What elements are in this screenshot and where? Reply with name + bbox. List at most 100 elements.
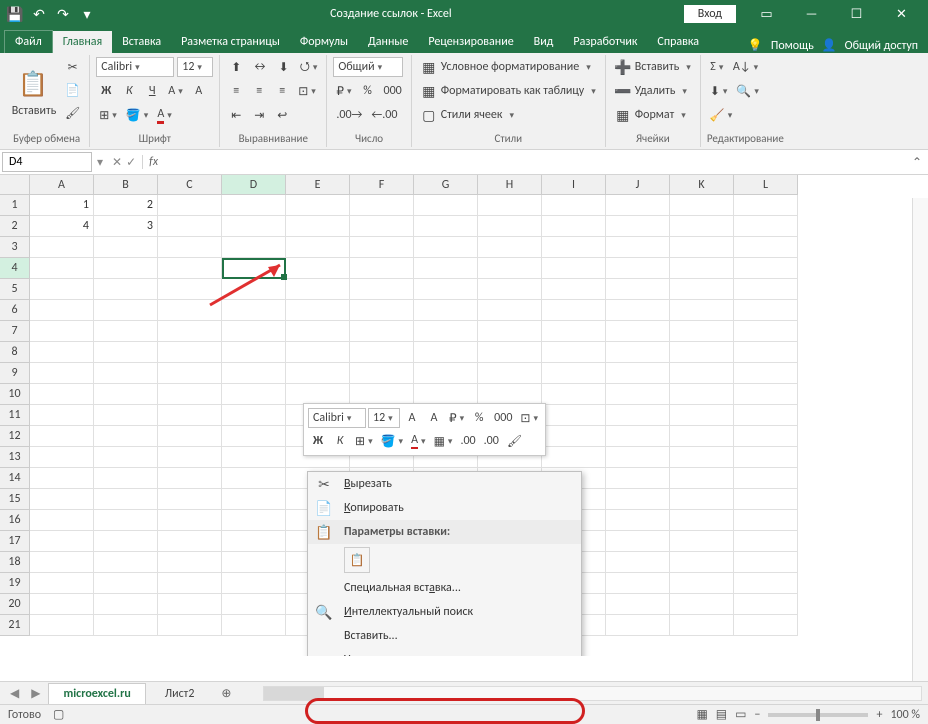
cell-G4[interactable]: [414, 258, 478, 279]
zoom-level[interactable]: 100 %: [890, 708, 920, 722]
row-header-2[interactable]: 2: [0, 216, 30, 237]
tab-home[interactable]: Главная: [53, 31, 112, 53]
mini-italic-button[interactable]: К: [330, 431, 350, 451]
mini-fontcolor-icon[interactable]: A: [408, 431, 428, 451]
qat-customize-icon[interactable]: ▾: [76, 3, 98, 25]
cell-F8[interactable]: [350, 342, 414, 363]
cell-I7[interactable]: [542, 321, 606, 342]
percent-icon[interactable]: %: [358, 81, 378, 101]
cell-K5[interactable]: [670, 279, 734, 300]
cell-J3[interactable]: [606, 237, 670, 258]
cell-A17[interactable]: [30, 531, 94, 552]
cell-A21[interactable]: [30, 615, 94, 636]
align-center-icon[interactable]: ≡: [249, 81, 269, 101]
col-header-I[interactable]: I: [542, 175, 606, 195]
row-header-12[interactable]: 12: [0, 426, 30, 447]
mini-comma-icon[interactable]: 000: [491, 408, 515, 428]
cell-A16[interactable]: [30, 510, 94, 531]
cell-B16[interactable]: [94, 510, 158, 531]
cell-C14[interactable]: [158, 468, 222, 489]
cell-L9[interactable]: [734, 363, 798, 384]
cell-H10[interactable]: [478, 384, 542, 405]
col-header-C[interactable]: C: [158, 175, 222, 195]
select-all-corner[interactable]: [0, 175, 30, 195]
cell-C12[interactable]: [158, 426, 222, 447]
cell-F4[interactable]: [350, 258, 414, 279]
cell-B13[interactable]: [94, 447, 158, 468]
cell-F3[interactable]: [350, 237, 414, 258]
paste-button[interactable]: 📋 Вставить: [10, 57, 58, 130]
cell-J6[interactable]: [606, 300, 670, 321]
cell-C11[interactable]: [158, 405, 222, 426]
cell-A20[interactable]: [30, 594, 94, 615]
cell-D13[interactable]: [222, 447, 286, 468]
cell-F9[interactable]: [350, 363, 414, 384]
delete-cells-button[interactable]: ➖Удалить: [612, 81, 694, 101]
maximize-button[interactable]: ☐: [834, 0, 879, 28]
cell-H1[interactable]: [478, 195, 542, 216]
col-header-E[interactable]: E: [286, 175, 350, 195]
row-header-4[interactable]: 4: [0, 258, 30, 279]
mini-shrink-icon[interactable]: A: [424, 408, 444, 428]
cell-F1[interactable]: [350, 195, 414, 216]
tab-developer[interactable]: Разработчик: [563, 31, 647, 53]
cell-K21[interactable]: [670, 615, 734, 636]
cell-L16[interactable]: [734, 510, 798, 531]
mini-bold-button[interactable]: Ж: [308, 431, 328, 451]
cell-J12[interactable]: [606, 426, 670, 447]
clear-icon[interactable]: 🧹: [707, 105, 735, 125]
cell-C3[interactable]: [158, 237, 222, 258]
cell-D11[interactable]: [222, 405, 286, 426]
cell-L14[interactable]: [734, 468, 798, 489]
insert-cells-button[interactable]: ➕Вставить: [612, 57, 694, 77]
cell-A14[interactable]: [30, 468, 94, 489]
cell-J17[interactable]: [606, 531, 670, 552]
sheet-tab-active[interactable]: microexcel.ru: [48, 683, 145, 704]
cell-E3[interactable]: [286, 237, 350, 258]
horizontal-scrollbar[interactable]: [263, 686, 922, 701]
cell-L21[interactable]: [734, 615, 798, 636]
cell-D6[interactable]: [222, 300, 286, 321]
vertical-scrollbar[interactable]: [912, 198, 928, 681]
cell-B8[interactable]: [94, 342, 158, 363]
cell-C16[interactable]: [158, 510, 222, 531]
mini-font-combo[interactable]: Calibri: [308, 408, 366, 428]
cell-J14[interactable]: [606, 468, 670, 489]
view-break-icon[interactable]: ▭: [735, 707, 746, 722]
cell-L19[interactable]: [734, 573, 798, 594]
cell-H5[interactable]: [478, 279, 542, 300]
cell-E7[interactable]: [286, 321, 350, 342]
col-header-J[interactable]: J: [606, 175, 670, 195]
cell-D16[interactable]: [222, 510, 286, 531]
cell-G3[interactable]: [414, 237, 478, 258]
cell-C13[interactable]: [158, 447, 222, 468]
mini-size-combo[interactable]: 12: [368, 408, 400, 428]
cell-C15[interactable]: [158, 489, 222, 510]
cell-C10[interactable]: [158, 384, 222, 405]
cell-K12[interactable]: [670, 426, 734, 447]
cell-B20[interactable]: [94, 594, 158, 615]
cell-A2[interactable]: 4: [30, 216, 94, 237]
cell-E9[interactable]: [286, 363, 350, 384]
cell-I2[interactable]: [542, 216, 606, 237]
cell-C4[interactable]: [158, 258, 222, 279]
cell-K15[interactable]: [670, 489, 734, 510]
cell-K10[interactable]: [670, 384, 734, 405]
cell-D1[interactable]: [222, 195, 286, 216]
cell-K6[interactable]: [670, 300, 734, 321]
cell-D5[interactable]: [222, 279, 286, 300]
align-middle-icon[interactable]: ↔: [249, 57, 270, 77]
align-left-icon[interactable]: ≡: [226, 81, 246, 101]
cell-C6[interactable]: [158, 300, 222, 321]
tab-layout[interactable]: Разметка страницы: [171, 31, 290, 53]
dec-decimal-icon[interactable]: ←.00: [368, 105, 400, 125]
cell-L3[interactable]: [734, 237, 798, 258]
cell-L20[interactable]: [734, 594, 798, 615]
cell-D15[interactable]: [222, 489, 286, 510]
align-bottom-icon[interactable]: ⬇: [274, 57, 294, 77]
row-header-1[interactable]: 1: [0, 195, 30, 216]
ctx-paste-option[interactable]: 📋: [308, 544, 581, 576]
cell-C7[interactable]: [158, 321, 222, 342]
ctx-copy[interactable]: 📄Копировать: [308, 496, 581, 520]
number-format-combo[interactable]: Общий: [333, 57, 403, 77]
